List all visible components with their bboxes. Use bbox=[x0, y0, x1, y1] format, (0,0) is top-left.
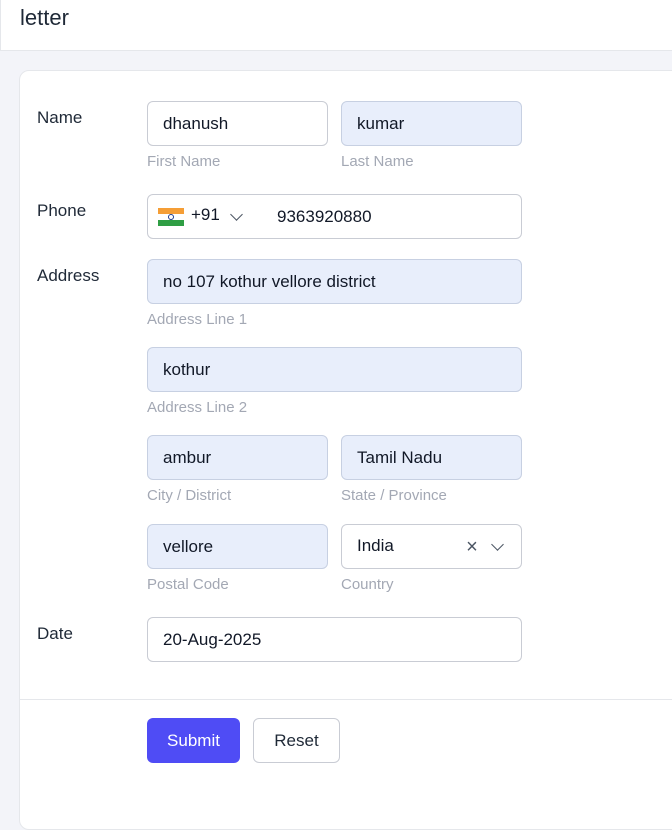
dial-code[interactable]: +91 bbox=[191, 205, 220, 225]
state-input[interactable] bbox=[341, 435, 522, 480]
name-label: Name bbox=[37, 108, 83, 127]
state-hint: State / Province bbox=[341, 487, 447, 504]
address-line2-hint: Address Line 2 bbox=[147, 399, 248, 416]
date-input[interactable] bbox=[147, 617, 522, 662]
city-input[interactable] bbox=[147, 435, 328, 480]
phone-label: Phone bbox=[37, 201, 87, 220]
country-hint: Country bbox=[341, 576, 394, 593]
phone-number-input[interactable] bbox=[263, 201, 513, 233]
submit-button[interactable]: Submit bbox=[147, 718, 240, 763]
first-name-input[interactable] bbox=[147, 101, 328, 146]
city-hint: City / District bbox=[147, 487, 232, 504]
chevron-down-icon[interactable] bbox=[230, 208, 243, 221]
clear-icon[interactable]: × bbox=[463, 537, 481, 557]
last-name-input[interactable] bbox=[341, 101, 522, 146]
postal-code-input[interactable] bbox=[147, 524, 328, 569]
page-title: letter bbox=[20, 5, 69, 30]
last-name-hint: Last Name bbox=[341, 153, 414, 170]
address-line2-input[interactable] bbox=[147, 347, 522, 392]
country-select[interactable]: India × bbox=[341, 524, 522, 569]
postal-code-hint: Postal Code bbox=[147, 576, 229, 593]
first-name-hint: First Name bbox=[147, 153, 221, 170]
country-value: India bbox=[357, 536, 394, 555]
india-flag-icon[interactable] bbox=[158, 208, 184, 226]
address-label: Address bbox=[37, 266, 100, 285]
page-header: letter bbox=[0, 0, 672, 51]
reset-button[interactable]: Reset bbox=[253, 718, 340, 763]
date-label: Date bbox=[37, 624, 73, 643]
chevron-down-icon[interactable] bbox=[491, 538, 504, 551]
address-line1-hint: Address Line 1 bbox=[147, 311, 248, 328]
phone-field: +91 bbox=[147, 194, 522, 239]
address-line1-input[interactable] bbox=[147, 259, 522, 304]
divider bbox=[19, 699, 672, 700]
